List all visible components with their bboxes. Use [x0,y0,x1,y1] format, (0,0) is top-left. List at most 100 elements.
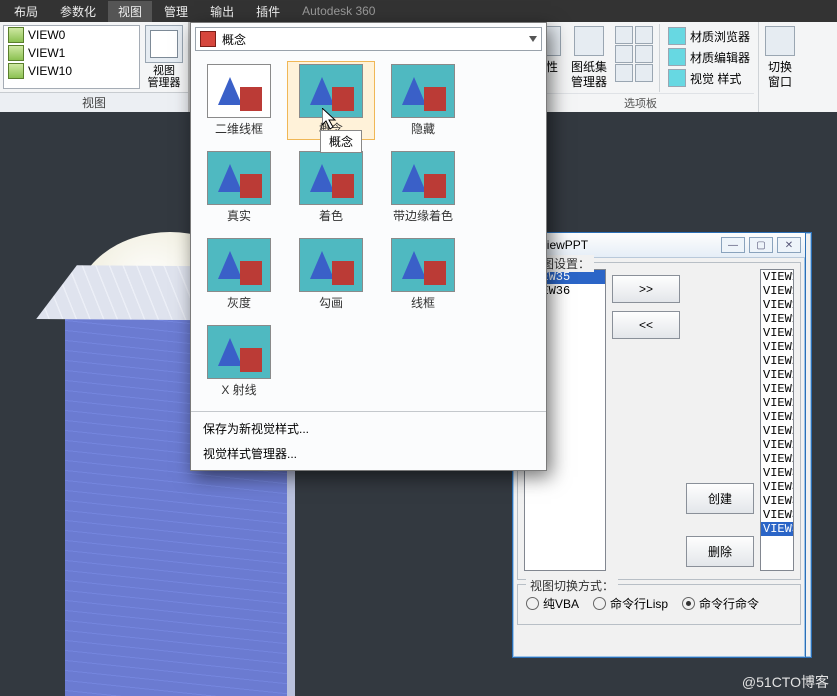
list-item[interactable]: VIEW20 [761,326,793,340]
view-icon [8,45,24,61]
app-root: 布局 参数化 视图 管理 输出 插件 Autodesk 360 ▾ ◪▾ VIE… [0,0,837,696]
small-icon[interactable] [635,26,653,44]
menu-manage[interactable]: 管理 [154,1,198,22]
view-settings-group: 视图设置： VIEW35VIEW36 >> << 创建 删除 VIEW16VIE… [517,262,801,580]
menu-autodesk360[interactable]: Autodesk 360 [292,2,385,20]
view-icon [8,63,24,79]
visual-style-gray[interactable]: 灰度 [195,235,283,314]
watermark: @51CTO博客 [742,672,829,692]
minimize-button[interactable]: — [721,237,745,253]
panel-footer-palette: 选项板 [527,93,754,112]
visual-style-thumb [299,64,363,118]
visual-style-thumb [207,325,271,379]
visual-style-thumb [391,151,455,205]
menu-parametric[interactable]: 参数化 [50,1,106,22]
move-right-button[interactable]: >> [612,275,680,303]
tooltip: 概念 [320,130,362,153]
named-views-list[interactable]: VIEW0 VIEW1 VIEW10 [3,25,140,89]
menu-layout[interactable]: 布局 [4,1,48,22]
visual-style-hidden[interactable]: 隐藏 [379,61,467,140]
save-as-new-style[interactable]: 保存为新视觉样式... [191,416,546,441]
visual-style-shaded_edges[interactable]: 带边缘着色 [379,148,467,227]
move-left-button[interactable]: << [612,311,680,339]
named-view-item: VIEW1 [4,44,139,62]
visual-style-concept[interactable]: 概念 [287,61,375,140]
list-item[interactable]: VIEW30 [761,466,793,480]
radio-option[interactable]: 命令行Lisp [593,595,668,612]
switch-mode-group: 视图切换方式： 纯VBA命令行Lisp命令行命令 [517,584,801,625]
small-icon[interactable] [615,64,633,82]
radio-option[interactable]: 命令行命令 [682,595,759,612]
radio-icon [682,597,695,610]
visual-style-button[interactable]: 视觉 样式 [666,68,752,88]
visual-style-label: 灰度 [227,294,251,311]
material-editor-button[interactable]: 材质编辑器 [666,47,752,67]
list-item[interactable]: VIEW31 [761,480,793,494]
visual-style-sketch[interactable]: 勾画 [287,235,375,314]
visual-style-xray[interactable]: X 射线 [195,322,283,401]
delete-button[interactable]: 删除 [686,536,754,567]
material-browser-icon [668,27,686,45]
list-item[interactable]: VIEW17 [761,284,793,298]
sheetset-button[interactable]: 图纸集 管理器 [567,24,611,92]
switch-mode-radios: 纯VBA 命令行Lisp 命令行命令 [524,591,794,616]
visual-style-realistic[interactable]: 真实 [195,148,283,227]
radio-option[interactable]: 纯VBA [526,595,579,612]
list-item[interactable]: VIEW32 [761,494,793,508]
material-browser-button[interactable]: 材质浏览器 [666,26,752,46]
visual-style-thumb [207,151,271,205]
switch-mode-legend: 视图切换方式： [526,577,618,594]
visual-style-wireframe[interactable]: 线框 [379,235,467,314]
close-button[interactable]: ✕ [777,237,801,253]
right-view-list[interactable]: VIEW16VIEW17VIEW18VIEW19VIEW20VIEW21VIEW… [760,269,794,571]
small-icon[interactable] [635,64,653,82]
create-button[interactable]: 创建 [686,483,754,514]
list-item[interactable]: VIEW33 [761,508,793,522]
visual-style-label: 勾画 [319,294,343,311]
list-item[interactable]: VIEW26 [761,410,793,424]
viewppt-window: ViewPPT — ▢ ✕ 视图设置： VIEW35VIEW36 >> << 创… [512,232,806,658]
sheetset-icon [574,26,604,56]
list-item[interactable]: VIEW18 [761,298,793,312]
maximize-button[interactable]: ▢ [749,237,773,253]
visual-style-label: 线框 [411,294,435,311]
list-item[interactable]: VIEW28 [761,438,793,452]
visual-style-thumb [391,238,455,292]
visual-styles-grid: 二维线框概念隐藏真实着色带边缘着色灰度勾画线框X 射线 [191,55,546,411]
list-item[interactable]: VIEW34 [761,522,793,536]
list-item[interactable]: VIEW24 [761,382,793,396]
small-icon[interactable] [615,45,633,63]
view-manager-button[interactable]: 视图 管理器 [143,25,185,89]
visual-style-icon [668,69,686,87]
list-item[interactable]: VIEW23 [761,368,793,382]
visual-style-label: 隐藏 [411,120,435,137]
switch-window-button[interactable]: 切换 窗口 [763,24,797,92]
visual-style-thumb [207,64,271,118]
list-item[interactable]: VIEW27 [761,424,793,438]
visual-style-select[interactable]: 概念 [195,27,542,51]
visual-style-select-icon [200,31,216,47]
switch-window-icon [765,26,795,56]
menu-output[interactable]: 输出 [200,1,244,22]
views-panel: VIEW0 VIEW1 VIEW10 视图 管理器 视图 [0,22,189,112]
menu-bar: 布局 参数化 视图 管理 输出 插件 Autodesk 360 ▾ ◪▾ [0,0,837,22]
list-item[interactable]: VIEW16 [761,270,793,284]
named-view-item: VIEW10 [4,62,139,80]
list-item[interactable]: VIEW29 [761,452,793,466]
visual-style-manager[interactable]: 视觉样式管理器... [191,441,546,466]
list-item[interactable]: VIEW19 [761,312,793,326]
menu-view[interactable]: 视图 [108,1,152,22]
chevron-down-icon [529,36,537,42]
list-item[interactable]: VIEW25 [761,396,793,410]
list-item[interactable]: VIEW21 [761,340,793,354]
visual-style-wire2d[interactable]: 二维线框 [195,61,283,140]
list-item[interactable]: VIEW22 [761,354,793,368]
visual-style-label: 着色 [319,207,343,224]
small-icon[interactable] [615,26,633,44]
small-icon[interactable] [635,45,653,63]
visual-style-shaded[interactable]: 着色 [287,148,375,227]
visual-style-select-value: 概念 [222,31,246,48]
menu-plugins[interactable]: 插件 [246,1,290,22]
visual-style-label: 二维线框 [215,120,263,137]
visual-style-label: 带边缘着色 [393,207,453,224]
